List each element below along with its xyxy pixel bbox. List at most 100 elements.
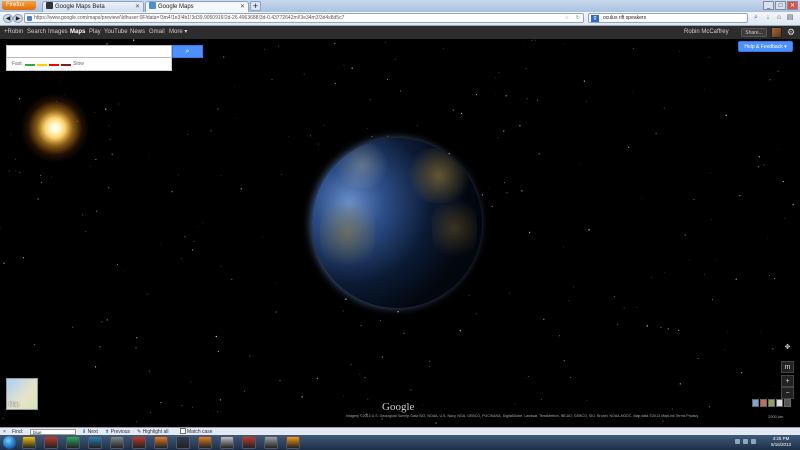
star xyxy=(559,335,561,337)
taskbar-app-icon[interactable] xyxy=(88,436,102,449)
close-tab-icon[interactable]: ✕ xyxy=(240,2,245,12)
taskbar-app-icon[interactable] xyxy=(220,436,234,449)
star xyxy=(181,405,183,407)
star xyxy=(15,170,17,172)
gbar-item-play[interactable]: Play xyxy=(89,26,101,39)
bookmark-star-icon[interactable]: ☆ xyxy=(565,14,569,22)
star xyxy=(215,335,217,338)
star xyxy=(60,81,62,82)
gbar-item-images[interactable]: Images xyxy=(48,26,68,39)
star xyxy=(475,94,478,96)
gallery-thumb[interactable] xyxy=(768,399,775,407)
search-button[interactable]: ⌕ xyxy=(172,45,203,58)
tab-google-maps[interactable]: Google Maps ✕ xyxy=(145,1,249,12)
search-engine-icon[interactable]: g xyxy=(591,15,599,22)
star xyxy=(712,299,714,301)
search-icon[interactable]: ⌕ xyxy=(752,14,760,22)
gbar-item-news[interactable]: News xyxy=(130,26,145,39)
compass-icon[interactable]: ✥ xyxy=(781,341,794,354)
minimize-icon[interactable]: _ xyxy=(763,1,774,10)
taskbar-app-icon[interactable] xyxy=(66,436,80,449)
star xyxy=(108,187,110,189)
star xyxy=(537,99,539,101)
gbar-item-search[interactable]: Search xyxy=(27,26,46,39)
taskbar-clock[interactable]: 4:25 PM 5/16/2013 xyxy=(764,436,798,448)
star xyxy=(495,77,496,78)
star xyxy=(279,379,281,382)
star xyxy=(573,286,574,288)
taskbar-app-icon[interactable] xyxy=(154,436,168,449)
gallery-thumb[interactable] xyxy=(776,399,783,407)
checkbox-icon xyxy=(180,428,186,434)
star xyxy=(772,348,774,350)
home-icon[interactable]: ⌂ xyxy=(775,14,783,22)
share-button[interactable]: Share... xyxy=(741,28,767,37)
forward-button[interactable]: ▶ xyxy=(13,14,23,23)
download-icon[interactable]: ↓ xyxy=(764,14,772,22)
earth-map-canvas[interactable] xyxy=(0,39,800,427)
url-bar[interactable]: https://www.google.com/maps/preview/\ldh… xyxy=(24,13,584,23)
gallery-thumb[interactable] xyxy=(784,399,791,407)
back-button[interactable]: ◀ xyxy=(3,14,13,23)
tab-google-maps-beta[interactable]: Google Maps Beta ✕ xyxy=(42,1,144,12)
tray-network-icon[interactable] xyxy=(743,439,748,444)
star xyxy=(769,79,771,81)
taskbar-app-icon[interactable] xyxy=(132,436,146,449)
gbar-item-more[interactable]: More ▾ xyxy=(169,26,187,39)
star xyxy=(779,107,781,109)
taskbar-app-icon[interactable] xyxy=(242,436,256,449)
reload-icon[interactable]: ↻ xyxy=(576,14,580,22)
imagery-gallery[interactable] xyxy=(752,399,792,409)
star xyxy=(570,376,572,378)
map-view-toggle[interactable]: Map xyxy=(6,378,38,410)
taskbar-app-icon[interactable] xyxy=(176,436,190,449)
gbar-item-maps[interactable]: Maps xyxy=(70,26,85,39)
gallery-thumb[interactable] xyxy=(760,399,767,407)
taskbar-app-icon[interactable] xyxy=(44,436,58,449)
taskbar-app-icon[interactable] xyxy=(198,436,212,449)
search-input[interactable] xyxy=(6,45,172,58)
star xyxy=(568,300,569,301)
star xyxy=(704,274,706,276)
star xyxy=(133,39,135,41)
gbar-item-youtube[interactable]: YouTube xyxy=(104,26,128,39)
browser-search-bar[interactable]: g oculus rift speakers xyxy=(588,13,748,23)
avatar[interactable] xyxy=(771,27,782,38)
close-window-icon[interactable]: ✕ xyxy=(787,1,798,10)
star xyxy=(217,350,220,353)
taskbar-app-icon[interactable] xyxy=(286,436,300,449)
close-tab-icon[interactable]: ✕ xyxy=(135,2,140,12)
zoom-mode-button[interactable]: m xyxy=(781,361,794,373)
gear-icon[interactable]: ⚙ xyxy=(786,27,796,38)
zoom-in-button[interactable]: + xyxy=(781,375,794,387)
start-button[interactable] xyxy=(3,436,16,449)
star xyxy=(678,329,680,331)
star xyxy=(759,332,761,333)
star xyxy=(394,58,396,60)
star xyxy=(220,175,222,177)
star xyxy=(160,402,162,404)
window-controls: _ □ ✕ xyxy=(762,1,798,11)
maximize-icon[interactable]: □ xyxy=(775,1,786,10)
tray-volume-icon[interactable] xyxy=(751,439,756,444)
new-tab-button[interactable]: + xyxy=(250,1,261,11)
help-feedback-button[interactable]: Help & Feedback ▾ xyxy=(738,41,793,52)
gbar-item-plus-robin[interactable]: +Robin xyxy=(4,26,23,39)
gallery-thumb[interactable] xyxy=(752,399,759,407)
taskbar-app-icon[interactable] xyxy=(264,436,278,449)
tray-flag-icon[interactable] xyxy=(735,439,740,444)
zoom-out-button[interactable]: − xyxy=(781,387,794,399)
user-name[interactable]: Robin McCaffrey xyxy=(684,26,729,39)
star xyxy=(281,174,282,176)
taskbar-app-icon[interactable] xyxy=(22,436,36,449)
maps-beta-favicon-icon xyxy=(46,2,53,9)
star xyxy=(735,278,737,280)
firefox-menu-button[interactable]: Firefox xyxy=(2,1,36,10)
taskbar-app-icon[interactable] xyxy=(110,436,124,449)
star xyxy=(487,187,489,189)
star xyxy=(588,229,590,231)
earth-globe[interactable] xyxy=(312,138,482,308)
star xyxy=(385,42,387,43)
gbar-item-gmail[interactable]: Gmail xyxy=(149,26,165,39)
bookmarks-icon[interactable]: ▤ xyxy=(786,14,794,22)
